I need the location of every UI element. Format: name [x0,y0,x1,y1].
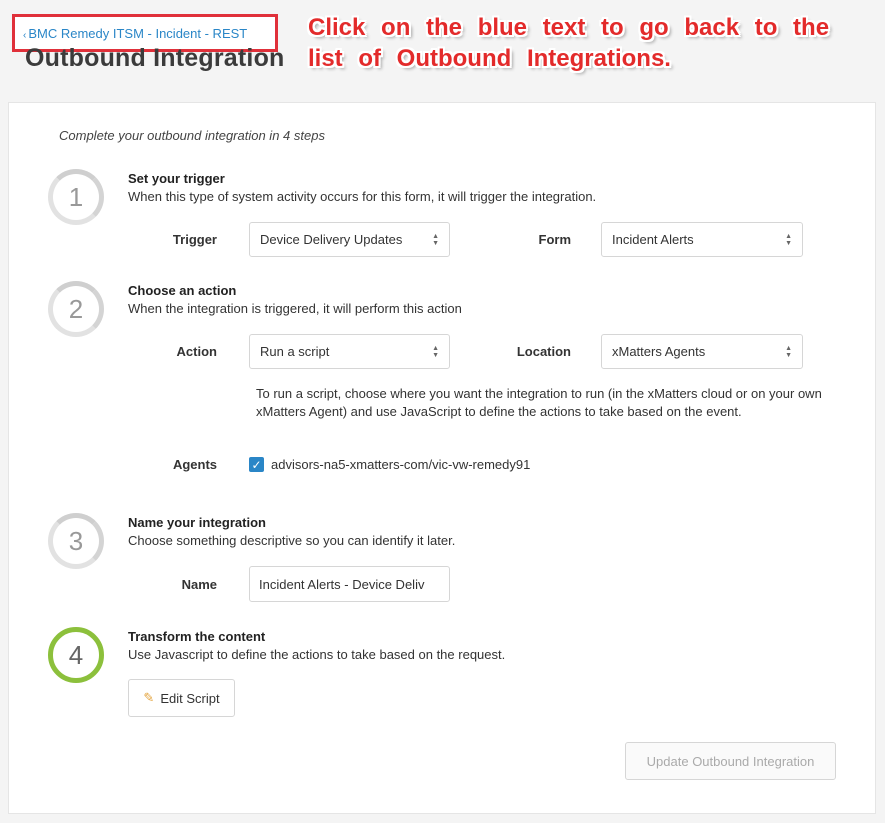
updown-arrows-icon: ▲ ▼ [785,233,792,247]
action-select[interactable]: Run a script ▲ ▼ [249,334,450,369]
page-header: ‹ BMC Remedy ITSM - Incident - REST Outbo… [0,0,885,102]
step-3-title: Name your integration [128,515,266,530]
pencil-icon: ✎ [143,690,155,705]
agent-checkbox[interactable]: ✓ [249,457,264,472]
form-label: Form [538,232,572,247]
edit-script-label: Edit Script [160,690,220,706]
step-4-number: 4 [68,639,84,670]
integration-name-input[interactable] [249,566,450,602]
updown-arrows-icon: ▲ ▼ [432,233,439,247]
step-3-description: Choose something descriptive so you can … [128,533,456,548]
edit-script-button[interactable]: ✎ Edit Script [128,679,235,717]
step-2-title: Choose an action [128,283,237,298]
step-3-number: 3 [68,525,84,556]
annotation-callout: Click on the blue text to go back to the… [308,12,829,74]
integration-card: Complete your outbound integration in 4 … [8,102,876,814]
checkmark-icon: ✓ [251,457,262,472]
step-3-indicator: 3 [48,513,104,569]
location-select[interactable]: xMatters Agents ▲ ▼ [601,334,803,369]
annotation-line-2: list of Outbound Integrations. [308,45,671,72]
annotation-line-1: Click on the blue text to go back to the [308,14,830,41]
name-label: Name [181,577,217,592]
form-select[interactable]: Incident Alerts ▲ ▼ [601,222,803,257]
intro-text: Complete your outbound integration in 4 … [59,128,325,143]
location-label: Location [516,344,571,359]
step-2-description: When the integration is triggered, it wi… [128,301,462,316]
step-1-description: When this type of system activity occurs… [128,189,597,204]
step-4-title: Transform the content [128,629,266,644]
agent-name: advisors-na5-xmatters-com/vic-vw-remedy9… [271,457,531,472]
breadcrumb-label: BMC Remedy ITSM - Incident - REST [28,25,248,41]
step-1-number: 1 [68,181,84,212]
step-2-indicator: 2 [48,281,104,337]
location-select-value: xMatters Agents [612,344,706,359]
update-integration-label: Update Outbound Integration [646,753,815,769]
step-2-number: 2 [68,293,84,324]
action-select-value: Run a script [260,344,330,359]
chevron-left-icon: ‹ [23,29,27,41]
breadcrumb-back-link[interactable]: ‹ BMC Remedy ITSM - Incident - REST [23,26,247,41]
agents-label: Agents [172,457,217,472]
update-integration-button[interactable]: Update Outbound Integration [625,742,836,780]
trigger-label: Trigger [172,232,217,247]
trigger-select-value: Device Delivery Updates [260,232,403,247]
step-1-indicator: 1 [48,169,104,225]
step-1-title: Set your trigger [128,171,225,186]
updown-arrows-icon: ▲ ▼ [432,345,439,359]
form-select-value: Incident Alerts [612,232,694,247]
page-title: Outbound Integration [25,44,285,72]
action-help-text: To run a script, choose where you want t… [256,386,822,419]
action-label: Action [176,344,217,359]
step-4-indicator: 4 [48,627,104,683]
trigger-select[interactable]: Device Delivery Updates ▲ ▼ [249,222,450,257]
step-4-description: Use Javascript to define the actions to … [128,647,506,662]
updown-arrows-icon: ▲ ▼ [785,345,792,359]
